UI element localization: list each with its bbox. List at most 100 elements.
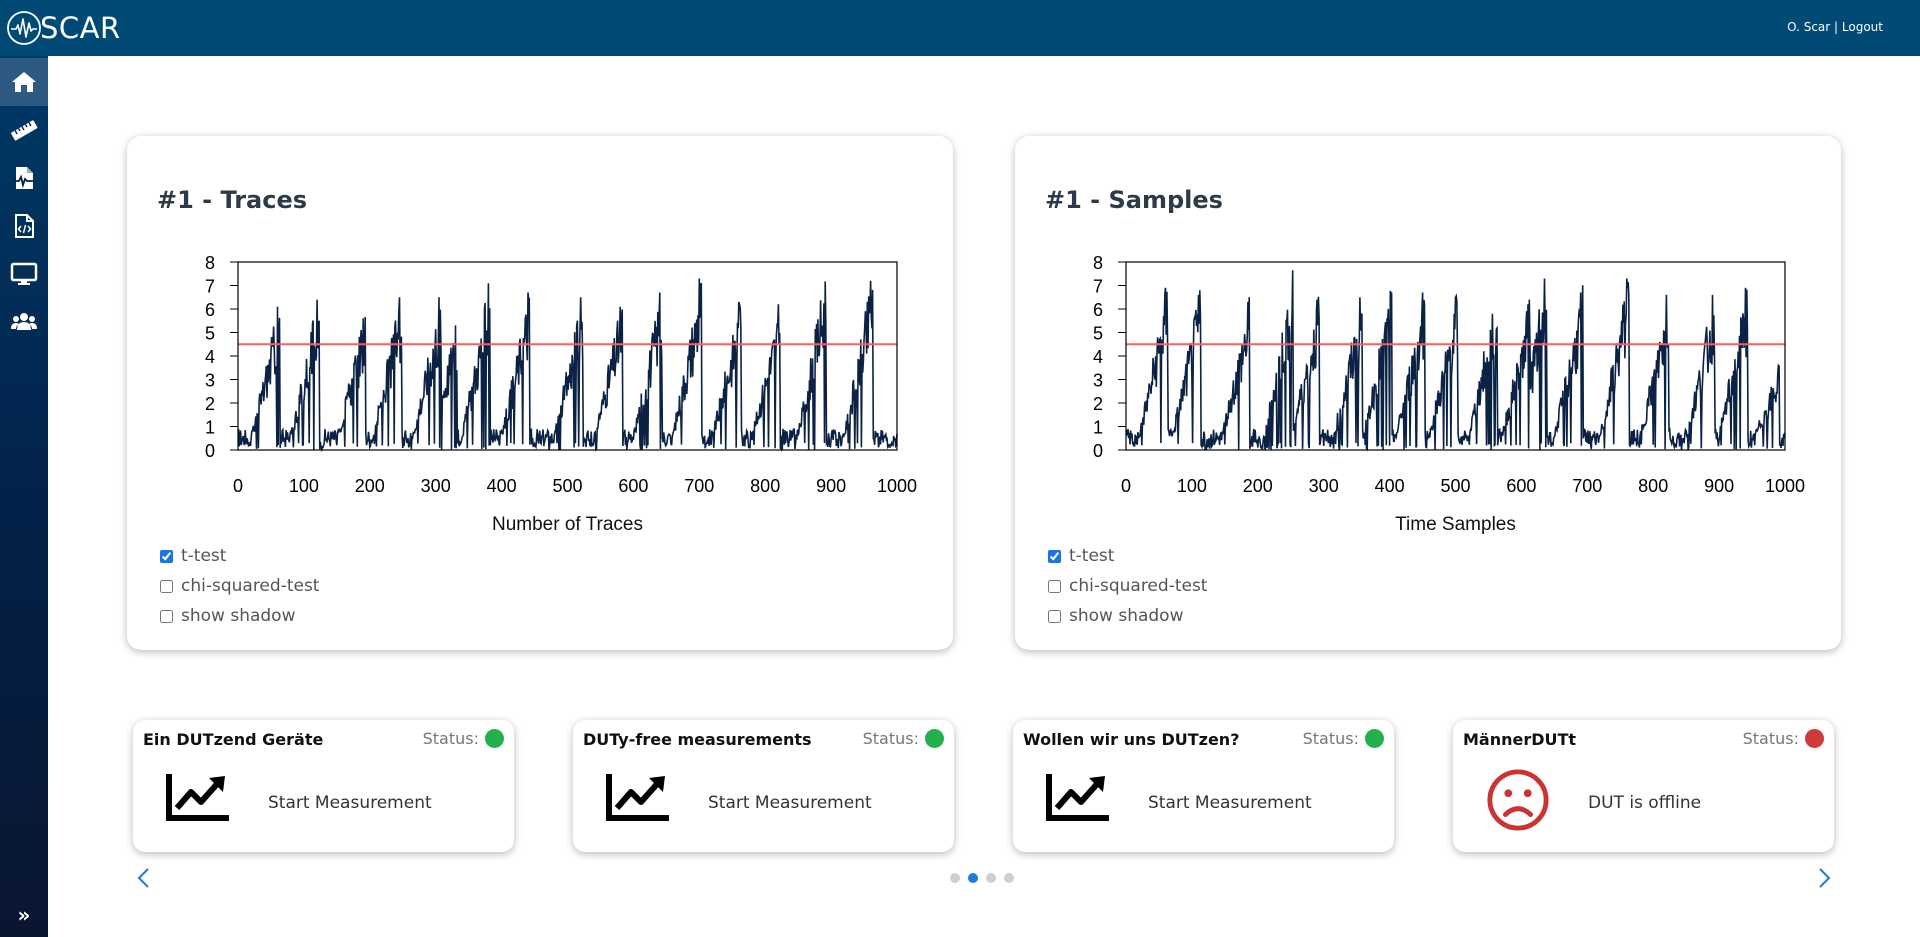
x-tick-label: 300 bbox=[421, 476, 451, 496]
file-waveform-icon bbox=[14, 167, 35, 189]
y-tick-label: 6 bbox=[1093, 300, 1103, 320]
chi-squared-option[interactable]: chi-squared-test bbox=[1048, 571, 1207, 601]
show-shadow-checkbox[interactable] bbox=[160, 609, 173, 623]
start-measurement-button[interactable]: Start Measurement bbox=[268, 793, 432, 813]
show-shadow-label: show shadow bbox=[1069, 606, 1184, 626]
x-tick-label: 300 bbox=[1309, 476, 1339, 496]
device-card[interactable]: Wollen wir uns DUTzen? Status: Start Mea… bbox=[1013, 720, 1394, 852]
y-tick-label: 6 bbox=[205, 300, 215, 320]
show-shadow-option[interactable]: show shadow bbox=[1048, 601, 1207, 631]
y-tick-label: 5 bbox=[1093, 324, 1103, 344]
y-tick-label: 5 bbox=[205, 324, 215, 344]
start-measurement-button[interactable]: Start Measurement bbox=[708, 793, 872, 813]
t-test-option[interactable]: t-test bbox=[160, 541, 319, 571]
x-tick-label: 100 bbox=[289, 476, 319, 496]
x-axis-label: Time Samples bbox=[1395, 514, 1516, 535]
samples-chart-card: #1 - Samples 0 1 2 3 4 5 6 7 8 0 100 200 300 400 500 60… bbox=[1015, 136, 1841, 650]
status-label: Status: bbox=[862, 729, 919, 748]
y-tick-label: 3 bbox=[1093, 371, 1103, 391]
x-tick-label: 400 bbox=[487, 476, 517, 496]
carousel-dot[interactable] bbox=[1004, 873, 1014, 883]
device-status: Status: bbox=[1303, 729, 1384, 748]
sidebar-item-users[interactable] bbox=[0, 298, 48, 346]
y-tick-label: 1 bbox=[1093, 418, 1103, 438]
users-icon bbox=[11, 313, 37, 330]
y-tick-label: 4 bbox=[205, 347, 215, 367]
t-test-checkbox[interactable] bbox=[1048, 549, 1061, 563]
user-link-separator: | bbox=[1834, 20, 1839, 34]
x-tick-label: 100 bbox=[1177, 476, 1207, 496]
carousel-pagination bbox=[950, 873, 1022, 883]
carousel-prev-arrow-icon[interactable] bbox=[134, 866, 154, 890]
device-status: Status: bbox=[863, 729, 944, 748]
sidebar-item-devices[interactable] bbox=[0, 250, 48, 298]
chi-squared-label: chi-squared-test bbox=[181, 576, 320, 596]
device-card[interactable]: MännerDUTt Status: DUT is offline bbox=[1453, 720, 1834, 852]
logout-link[interactable]: Logout bbox=[1842, 20, 1883, 34]
y-tick-label: 3 bbox=[205, 371, 215, 391]
samples-chart: 0 1 2 3 4 5 6 7 8 0 100 200 300 400 500 600 700 800 900 100… bbox=[1093, 253, 1805, 535]
top-bar: SCAR O. Scar | Logout bbox=[0, 0, 1920, 56]
x-tick-label: 500 bbox=[1440, 476, 1470, 496]
chart-line-icon bbox=[1046, 774, 1109, 821]
y-tick-label: 7 bbox=[1093, 277, 1103, 297]
plot-frame bbox=[237, 261, 898, 451]
home-icon bbox=[12, 72, 36, 92]
chart-line-icon bbox=[166, 774, 229, 821]
t-test-label: t-test bbox=[181, 546, 227, 566]
device-status: Status: bbox=[423, 729, 504, 748]
x-tick-label: 500 bbox=[552, 476, 582, 496]
status-indicator bbox=[925, 729, 944, 748]
status-indicator bbox=[1365, 729, 1384, 748]
x-tick-label: 1000 bbox=[1765, 476, 1805, 496]
chi-squared-checkbox[interactable] bbox=[1048, 579, 1061, 593]
logo-text: SCAR bbox=[40, 11, 121, 45]
y-tick-label: 1 bbox=[205, 418, 215, 438]
sidebar-item-traces[interactable] bbox=[0, 154, 48, 202]
user-name-link[interactable]: O. Scar bbox=[1787, 20, 1830, 34]
traces-chart: 0 1 2 3 4 5 6 7 8 0 100 200 300 400 500 600 700 800 900 100… bbox=[205, 253, 917, 535]
show-shadow-option[interactable]: show shadow bbox=[160, 601, 319, 631]
x-tick-label: 0 bbox=[1121, 476, 1131, 496]
show-shadow-checkbox[interactable] bbox=[1048, 609, 1061, 623]
chi-squared-option[interactable]: chi-squared-test bbox=[160, 571, 319, 601]
start-measurement-button[interactable]: Start Measurement bbox=[1148, 793, 1312, 813]
carousel-dot[interactable] bbox=[986, 873, 996, 883]
carousel-dot[interactable] bbox=[950, 873, 960, 883]
x-tick-label: 700 bbox=[684, 476, 714, 496]
device-card[interactable]: Ein DUTzend Geräte Status: Start Measure… bbox=[133, 720, 514, 852]
app-logo[interactable]: SCAR bbox=[6, 8, 121, 48]
trace-series-line bbox=[1125, 270, 1786, 452]
x-tick-label: 900 bbox=[816, 476, 846, 496]
x-tick-label: 600 bbox=[618, 476, 648, 496]
x-tick-label: 600 bbox=[1506, 476, 1536, 496]
chi-squared-checkbox[interactable] bbox=[160, 579, 173, 593]
y-tick-label: 7 bbox=[205, 277, 215, 297]
status-label: Status: bbox=[1302, 729, 1359, 748]
status-indicator bbox=[1805, 729, 1824, 748]
y-tick-label: 2 bbox=[1093, 394, 1103, 414]
sidebar-item-home[interactable] bbox=[0, 58, 48, 106]
carousel-next-arrow-icon[interactable] bbox=[1814, 866, 1834, 890]
y-tick-label: 0 bbox=[205, 441, 215, 461]
monitor-icon bbox=[10, 262, 38, 285]
y-tick-label: 8 bbox=[205, 253, 215, 273]
y-tick-label: 0 bbox=[1093, 441, 1103, 461]
chart-options: t-test chi-squared-test show shadow bbox=[160, 541, 319, 631]
chart-line-icon bbox=[606, 774, 669, 821]
t-test-checkbox[interactable] bbox=[160, 549, 173, 563]
sidebar-expand-button[interactable]: » bbox=[0, 903, 48, 929]
x-axis-label: Number of Traces bbox=[492, 514, 643, 535]
device-card[interactable]: DUTy-free measurements Status: Start Mea… bbox=[573, 720, 954, 852]
x-tick-label: 0 bbox=[233, 476, 243, 496]
device-name: DUTy-free measurements bbox=[583, 730, 812, 749]
x-tick-label: 800 bbox=[750, 476, 780, 496]
carousel-dot[interactable] bbox=[968, 873, 978, 883]
sidebar-item-measure[interactable] bbox=[0, 106, 48, 154]
device-status: Status: bbox=[1743, 729, 1824, 748]
sidebar-item-code[interactable] bbox=[0, 202, 48, 250]
t-test-option[interactable]: t-test bbox=[1048, 541, 1207, 571]
y-tick-label: 4 bbox=[1093, 347, 1103, 367]
ruler-icon bbox=[11, 120, 38, 141]
device-name: Ein DUTzend Geräte bbox=[143, 730, 324, 749]
